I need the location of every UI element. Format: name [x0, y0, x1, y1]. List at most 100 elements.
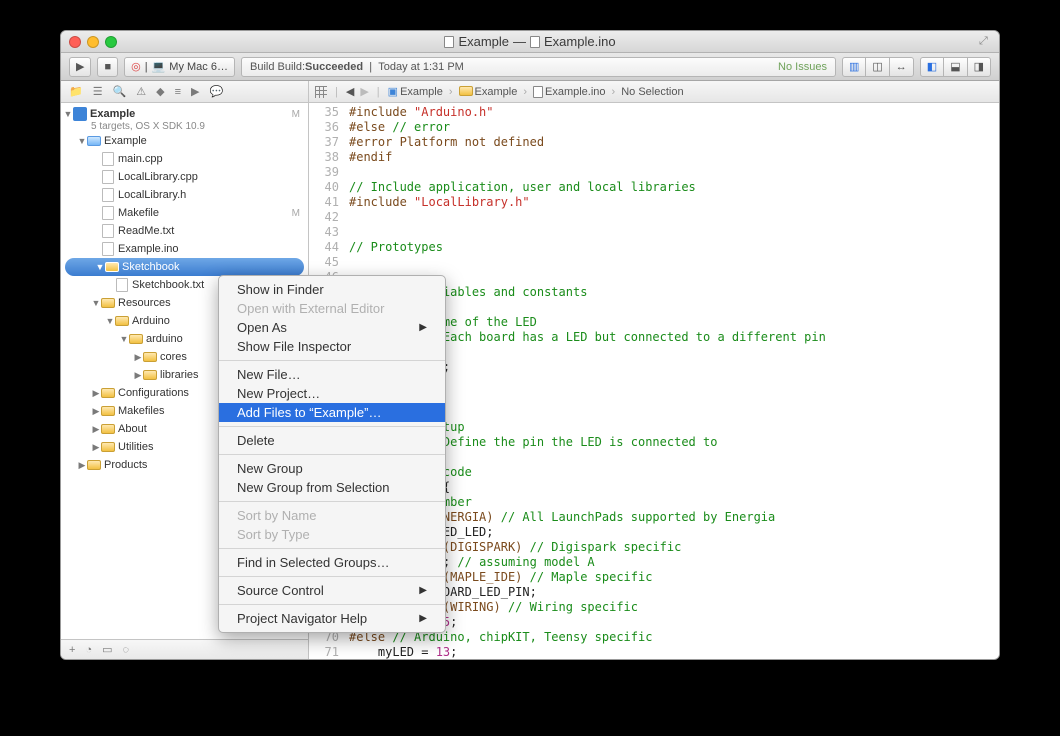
code-line[interactable]: // Prototypes — [349, 240, 999, 255]
disclosure-icon[interactable] — [105, 316, 115, 326]
disclosure-icon[interactable] — [133, 370, 143, 381]
close-button[interactable] — [69, 36, 81, 48]
code-line[interactable]: myLED = BOARD_LED_PIN; — [349, 585, 999, 600]
jumpbar-item-2[interactable]: Example.ino — [545, 86, 606, 98]
log-navigator-icon[interactable]: 💬 — [210, 85, 224, 98]
related-items-icon[interactable] — [315, 86, 327, 98]
disclosure-icon[interactable] — [91, 406, 101, 417]
toggle-debug-button[interactable]: ⬓ — [943, 57, 967, 77]
disclosure-icon[interactable] — [133, 352, 143, 363]
menu-item[interactable]: Source Control▶ — [219, 581, 445, 600]
code-line[interactable]: myLED = 13; — [349, 645, 999, 659]
breakpoint-navigator-icon[interactable]: ▶ — [191, 85, 199, 98]
code-line[interactable]: // @details Each board has a LED but con… — [349, 330, 999, 345]
folder-row[interactable]: Sketchbook — [65, 258, 304, 276]
code-line[interactable]: #else // error — [349, 120, 999, 135]
code-line[interactable]: // pin number — [349, 495, 999, 510]
disclosure-icon[interactable] — [95, 262, 105, 272]
code-line[interactable]: // — [349, 405, 999, 420]
run-button[interactable]: ▶ — [69, 57, 91, 77]
debug-navigator-icon[interactable]: ≡ — [175, 86, 181, 98]
stop-button[interactable]: ■ — [97, 57, 118, 77]
file-row[interactable]: main.cpp — [61, 150, 308, 168]
menu-item[interactable]: Show in Finder — [219, 280, 445, 299]
disclosure-icon[interactable] — [77, 460, 87, 471]
menu-item[interactable]: New Project… — [219, 384, 445, 403]
file-row[interactable]: Makefile M — [61, 204, 308, 222]
code-line[interactable]: // — [349, 345, 999, 360]
code-line[interactable] — [349, 390, 999, 405]
standard-editor-button[interactable]: ▥ — [842, 57, 866, 77]
menu-item[interactable]: Add Files to “Example”… — [219, 403, 445, 422]
disclosure-icon[interactable] — [91, 424, 101, 435]
minimize-button[interactable] — [87, 36, 99, 48]
filter-scm-icon[interactable]: ▭ — [102, 643, 112, 656]
menu-item[interactable]: Find in Selected Groups… — [219, 553, 445, 572]
issue-navigator-icon[interactable]: ⚠ — [136, 85, 146, 98]
code-line[interactable]: // Add setup code — [349, 465, 999, 480]
code-line[interactable]: // @brief Name of the LED — [349, 315, 999, 330]
search-navigator-icon[interactable]: 🔍 — [113, 85, 127, 98]
code-line[interactable]: // @brief Setup — [349, 420, 999, 435]
code-line[interactable]: #else // Arduino, chipKIT, Teensy specif… — [349, 630, 999, 645]
code-line[interactable]: void setup() { — [349, 480, 999, 495]
disclosure-icon[interactable] — [91, 298, 101, 308]
jumpbar-item-3[interactable]: No Selection — [621, 86, 683, 98]
code-line[interactable]: #include "LocalLibrary.h" — [349, 195, 999, 210]
filter-unsaved-icon[interactable]: ◌ — [123, 644, 130, 656]
menu-item[interactable]: New Group — [219, 459, 445, 478]
code-line[interactable] — [349, 375, 999, 390]
code-line[interactable] — [349, 225, 999, 240]
code-line[interactable]: #elif defined(MAPLE_IDE) // Maple specif… — [349, 570, 999, 585]
code-line[interactable] — [349, 255, 999, 270]
code-line[interactable]: // — [349, 450, 999, 465]
code-line[interactable]: // Include application, user and local l… — [349, 180, 999, 195]
back-button[interactable]: ◀ — [346, 85, 354, 98]
disclosure-icon[interactable] — [77, 136, 87, 146]
code-line[interactable]: #include "Arduino.h" — [349, 105, 999, 120]
code-line[interactable]: #if defined(ENERGIA) // All LaunchPads s… — [349, 510, 999, 525]
code-line[interactable]: #endif — [349, 150, 999, 165]
code-line[interactable]: #elif defined(WIRING) // Wiring specific — [349, 600, 999, 615]
jumpbar-item-1[interactable]: Example — [475, 86, 518, 98]
version-editor-button[interactable]: ↔ — [889, 57, 914, 77]
menu-item[interactable]: Project Navigator Help▶ — [219, 609, 445, 628]
code-line[interactable]: myLED = 15; — [349, 615, 999, 630]
disclosure-icon[interactable] — [63, 109, 73, 119]
assistant-editor-button[interactable]: ◫ — [865, 57, 889, 77]
activity-viewer[interactable]: Build Build: Succeeded | Today at 1:31 P… — [241, 57, 836, 77]
disclosure-icon[interactable] — [91, 388, 101, 399]
file-row[interactable]: LocalLibrary.cpp — [61, 168, 308, 186]
code-line[interactable]: myLED = 1; // assuming model A — [349, 555, 999, 570]
code-line[interactable]: #error Platform not defined — [349, 135, 999, 150]
fullscreen-icon[interactable]: ⤢ — [979, 35, 991, 47]
menu-item[interactable]: Delete — [219, 431, 445, 450]
code-line[interactable]: // — [349, 300, 999, 315]
code-line[interactable]: // @details Define the pin the LED is co… — [349, 435, 999, 450]
file-row[interactable]: Example.ino — [61, 240, 308, 258]
toggle-utilities-button[interactable]: ◨ — [967, 57, 991, 77]
symbol-navigator-icon[interactable]: ☰ — [93, 85, 103, 98]
disclosure-icon[interactable] — [91, 442, 101, 453]
context-menu[interactable]: Show in FinderOpen with External EditorO… — [218, 275, 446, 633]
zoom-button[interactable] — [105, 36, 117, 48]
forward-button[interactable]: ▶ — [360, 85, 368, 98]
code-line[interactable] — [349, 210, 999, 225]
add-button[interactable]: + — [69, 644, 75, 656]
jump-bar[interactable]: | ◀ ▶ | ▣ Example Example Example.ino No… — [309, 81, 999, 102]
file-row[interactable]: LocalLibrary.h — [61, 186, 308, 204]
code-line[interactable]: #elif defined(DIGISPARK) // Digispark sp… — [349, 540, 999, 555]
folder-row[interactable]: Example — [61, 132, 308, 150]
menu-item[interactable]: Open As▶ — [219, 318, 445, 337]
disclosure-icon[interactable] — [119, 334, 129, 344]
code-line[interactable]: uint8_t myLED; — [349, 360, 999, 375]
scheme-selector[interactable]: ◎ | 💻 My Mac 6… — [124, 57, 235, 77]
menu-item[interactable]: New Group from Selection — [219, 478, 445, 497]
project-navigator-icon[interactable]: 📁 — [69, 85, 83, 98]
test-navigator-icon[interactable]: ◆ — [156, 85, 164, 98]
code-line[interactable]: // Define variables and constants — [349, 285, 999, 300]
file-row[interactable]: ReadMe.txt — [61, 222, 308, 240]
code-line[interactable] — [349, 270, 999, 285]
code-line[interactable] — [349, 165, 999, 180]
menu-item[interactable]: New File… — [219, 365, 445, 384]
